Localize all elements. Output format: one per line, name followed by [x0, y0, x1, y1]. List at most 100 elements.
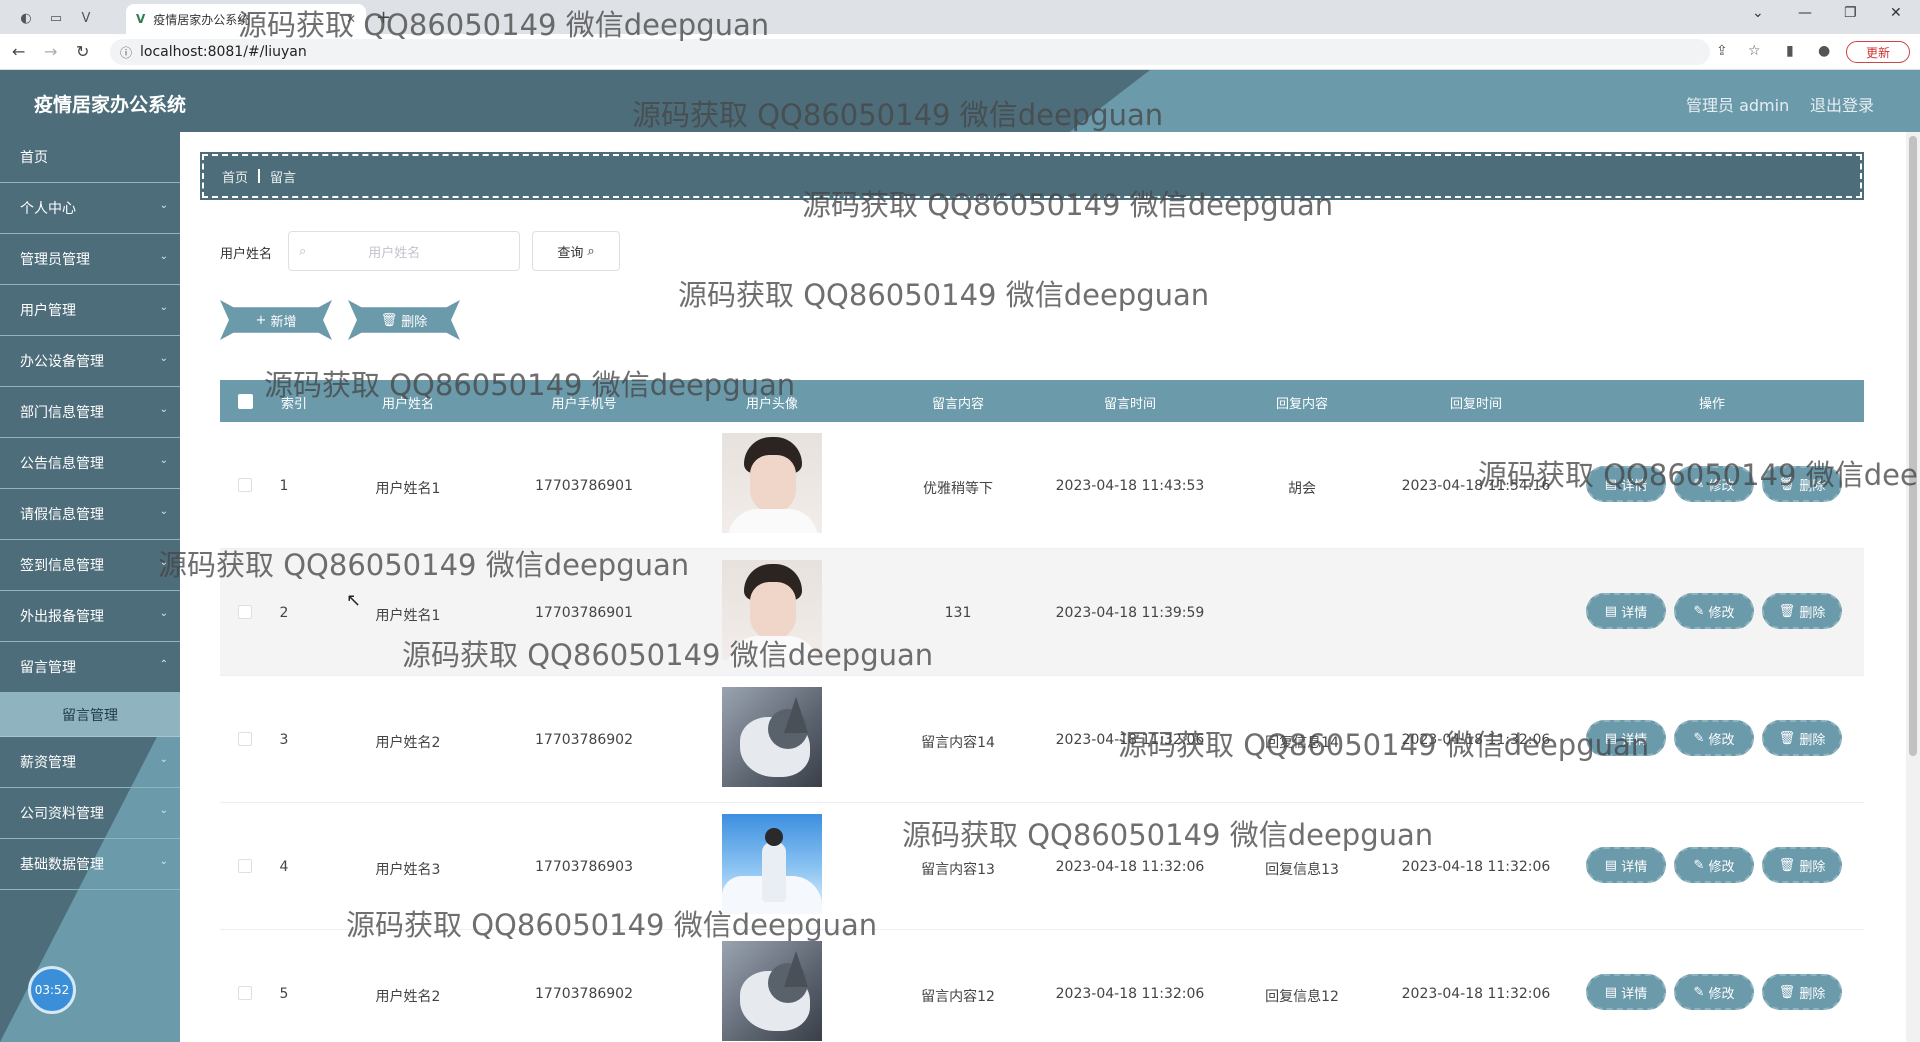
delete-label: 删除 — [1799, 986, 1826, 1002]
column-header: 用户姓名 — [381, 397, 435, 412]
chevron-down-icon: ⌄ — [159, 856, 168, 867]
sidebar-item-checkin[interactable]: 签到信息管理 ⌄ — [0, 540, 180, 591]
table-row: 3 用户姓名2 17703786902 留言内容14 2023-04-18 11… — [220, 676, 1864, 803]
close-tab-icon[interactable]: ✕ — [346, 12, 356, 26]
edit-button[interactable]: ✎ 修改 — [1674, 593, 1754, 629]
sidebar-item-messages[interactable]: 留言管理 ⌃ — [0, 642, 180, 693]
delete-button[interactable]: 🗑 删除 — [1762, 466, 1842, 502]
detail-button[interactable]: ▤ 详情 — [1586, 847, 1666, 883]
breadcrumb-home[interactable]: 首页 — [222, 167, 248, 186]
pencil-icon: ✎ — [1693, 984, 1705, 1000]
reload-icon[interactable]: ↻ — [76, 42, 89, 61]
chevron-down-icon: ⌄ — [159, 200, 168, 211]
sidebar-item-salary[interactable]: 薪资管理 ⌄ — [0, 737, 180, 788]
sidebar-item-equipment[interactable]: 办公设备管理 ⌄ — [0, 336, 180, 387]
detail-button[interactable]: ▤ 详情 — [1586, 720, 1666, 756]
delete-button[interactable]: 🗑 删除 — [1762, 593, 1842, 629]
document-icon: ▤ — [1604, 857, 1618, 873]
breadcrumb-current: 留言 — [270, 170, 297, 186]
back-icon[interactable]: ← — [12, 42, 25, 61]
delete-label: 删除 — [1799, 732, 1826, 748]
row-checkbox[interactable] — [238, 605, 252, 619]
select-all-checkbox[interactable] — [238, 394, 253, 409]
row-checkbox[interactable] — [238, 478, 252, 492]
share-icon[interactable]: ⇪ — [1716, 43, 1728, 59]
sidebar-item-home[interactable]: 首页 — [0, 132, 180, 183]
pinned-tab[interactable]: V — [74, 6, 98, 30]
minimize-icon[interactable]: — — [1798, 5, 1812, 21]
sidebar-item-base-data[interactable]: 基础数据管理 ⌄ — [0, 839, 180, 890]
edit-button[interactable]: ✎ 修改 — [1674, 847, 1754, 883]
table-row: 2 用户姓名1 17703786901 131 2023-04-18 11:39… — [220, 549, 1864, 676]
sidebar-item-label: 签到信息管理 — [20, 558, 104, 574]
url-field[interactable]: ⓘ localhost:8081/#/liuyan — [110, 39, 1710, 65]
close-window-icon[interactable]: ✕ — [1890, 5, 1902, 21]
sidebar-item-admin[interactable]: 管理员管理 ⌄ — [0, 234, 180, 285]
detail-button[interactable]: ▤ 详情 — [1586, 974, 1666, 1010]
bookmark-star-icon[interactable]: ☆ — [1748, 43, 1761, 59]
sidebar-subitem-messages[interactable]: 留言管理 — [0, 693, 180, 737]
delete-button[interactable]: 🗑 删除 — [1762, 974, 1842, 1010]
row-checkbox[interactable] — [238, 732, 252, 746]
sidebar-item-label: 请假信息管理 — [20, 507, 104, 523]
detail-label: 详情 — [1621, 859, 1648, 875]
add-button-label: 新增 — [270, 314, 297, 330]
detail-button[interactable]: ▤ 详情 — [1586, 466, 1666, 502]
sidebar-item-users[interactable]: 用户管理 ⌄ — [0, 285, 180, 336]
sidebar-item-outing[interactable]: 外出报备管理 ⌄ — [0, 591, 180, 642]
side-panel-icon[interactable]: ▮ — [1786, 43, 1794, 59]
user-avatar — [722, 560, 822, 660]
search-button-label: 查询 — [557, 245, 584, 261]
cell-phone: 17703786901 — [535, 605, 633, 621]
restore-icon[interactable]: ❐ — [1844, 5, 1857, 21]
trash-icon: 🗑 — [1778, 730, 1796, 746]
cell-content: 留言内容12 — [921, 989, 995, 1005]
sidebar-item-label: 薪资管理 — [20, 755, 76, 771]
update-button[interactable]: 更新 — [1846, 41, 1910, 63]
edit-button[interactable]: ✎ 修改 — [1674, 720, 1754, 756]
cell-reply-time: 2023-04-18 11:54:16 — [1401, 478, 1551, 494]
edit-label: 修改 — [1708, 478, 1735, 494]
breadcrumb-separator — [258, 169, 261, 183]
sidebar-item-leave[interactable]: 请假信息管理 ⌄ — [0, 489, 180, 540]
pinned-tab[interactable]: ◐ — [14, 6, 38, 30]
edit-button[interactable]: ✎ 修改 — [1674, 974, 1754, 1010]
sidebar-item-announcements[interactable]: 公告信息管理 ⌄ — [0, 438, 180, 489]
row-checkbox[interactable] — [238, 859, 252, 873]
document-icon: ▤ — [1604, 984, 1618, 1000]
new-tab-icon[interactable]: + — [376, 7, 391, 28]
site-info-icon[interactable]: ⓘ — [120, 44, 132, 61]
chevron-down-icon: ⌄ — [159, 353, 168, 364]
sidebar-item-personal-center[interactable]: 个人中心 ⌄ — [0, 183, 180, 234]
delete-button[interactable]: 🗑 删除 — [1762, 847, 1842, 883]
page-scrollbar[interactable] — [1906, 132, 1920, 1042]
tab-search-icon[interactable]: ⌄ — [1752, 5, 1764, 21]
row-checkbox[interactable] — [238, 986, 252, 1000]
delete-button[interactable]: 🗑 删除 — [1762, 720, 1842, 756]
cell-content: 优雅稍等下 — [923, 481, 993, 497]
sidebar-item-departments[interactable]: 部门信息管理 ⌄ — [0, 387, 180, 438]
batch-delete-button[interactable]: 🗑 删除 — [348, 300, 460, 340]
cell-reply: 回复信息13 — [1265, 862, 1339, 878]
sidebar-item-label: 外出报备管理 — [20, 609, 104, 625]
sidebar-item-label: 个人中心 — [20, 201, 76, 217]
edit-label: 修改 — [1708, 859, 1735, 875]
cell-index: 2 — [279, 605, 289, 621]
search-button[interactable]: 查询 ⌕ — [532, 231, 620, 271]
add-button[interactable]: + 新增 — [220, 300, 332, 340]
detail-button[interactable]: ▤ 详情 — [1586, 593, 1666, 629]
chevron-down-icon: ⌄ — [159, 608, 168, 619]
browser-tab-active[interactable]: V 疫情居家办公系统 ✕ — [126, 4, 366, 34]
scrollbar-thumb[interactable] — [1909, 136, 1917, 756]
forward-icon[interactable]: → — [44, 42, 57, 61]
browser-address-bar: ← → ↻ ⓘ localhost:8081/#/liuyan ⇪ ☆ ▮ ● … — [0, 34, 1920, 70]
sidebar-item-company-docs[interactable]: 公司资料管理 ⌄ — [0, 788, 180, 839]
edit-button[interactable]: ✎ 修改 — [1674, 466, 1754, 502]
pinned-tab[interactable]: ▭ — [44, 6, 68, 30]
cell-reply: 回复信息14 — [1265, 735, 1339, 751]
search-input[interactable]: ⌕ 用户姓名 — [288, 231, 520, 271]
search-placeholder: 用户姓名 — [368, 245, 421, 261]
cell-time: 2023-04-18 11:32:06 — [1055, 732, 1205, 748]
logout-link[interactable]: 退出登录 — [1810, 92, 1874, 116]
profile-icon[interactable]: ● — [1818, 43, 1830, 59]
